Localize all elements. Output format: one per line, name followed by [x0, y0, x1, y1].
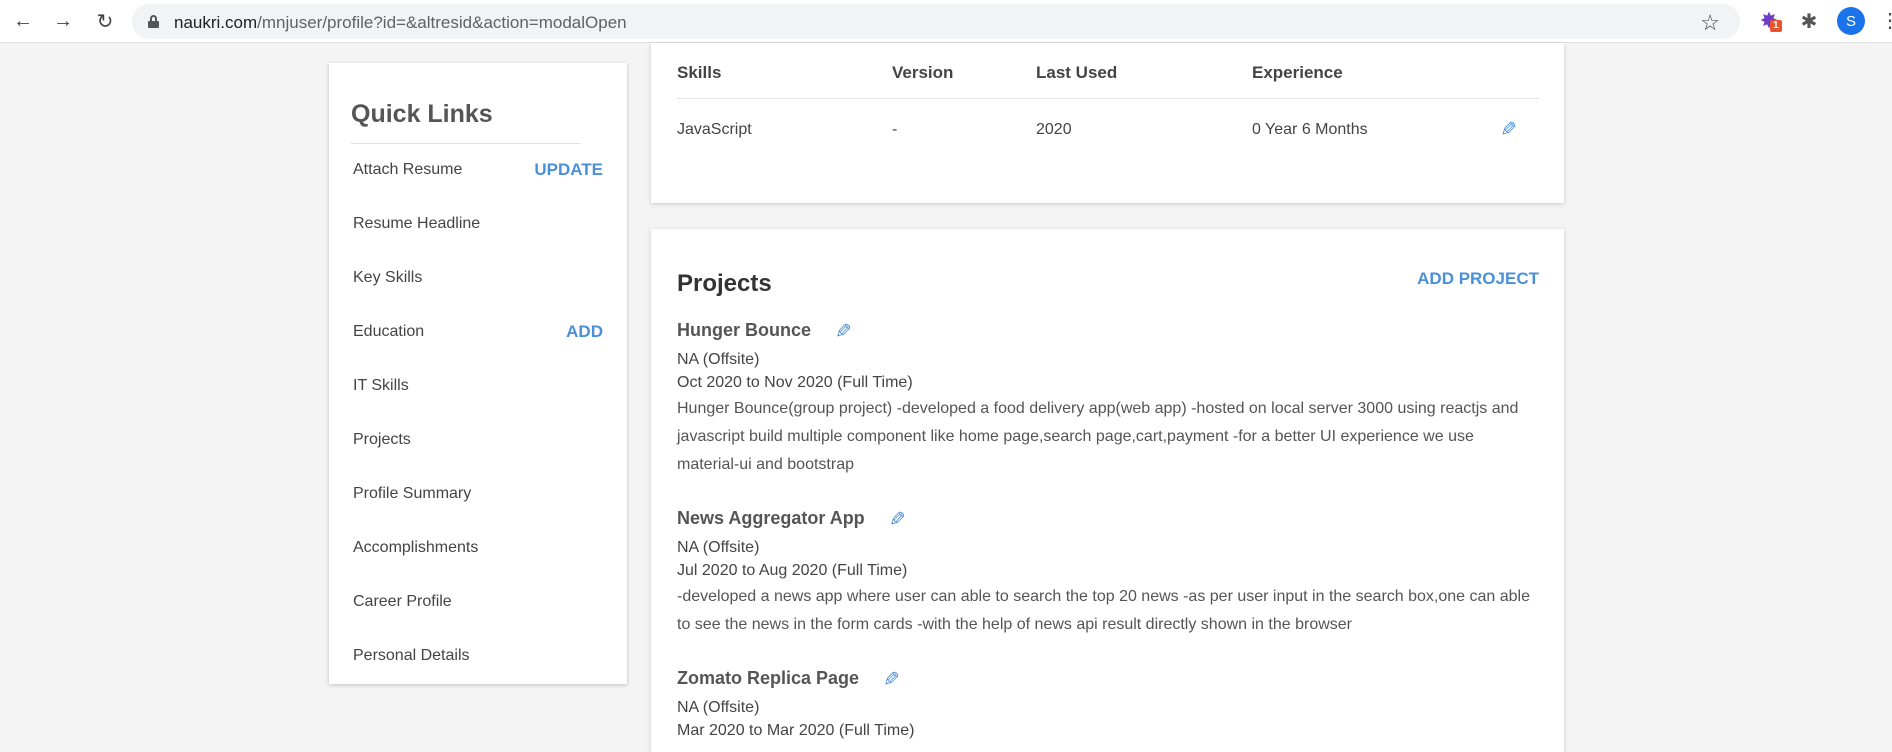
extension-icon[interactable]: ✸ 1	[1756, 8, 1782, 34]
project-duration: Jul 2020 to Aug 2020 (Full Time)	[677, 562, 908, 579]
project-duration: Mar 2020 to Mar 2020 (Full Time)	[677, 722, 915, 739]
quick-link-resume-headline[interactable]: Resume Headline	[353, 209, 603, 239]
it-skills-card: Skills Version Last Used Experience Java…	[651, 43, 1564, 203]
project-duration: Oct 2020 to Nov 2020 (Full Time)	[677, 374, 913, 391]
quick-link-label[interactable]: IT Skills	[353, 377, 409, 394]
add-project-link[interactable]: ADD PROJECT	[1417, 269, 1539, 289]
skill-name-cell: JavaScript	[677, 121, 752, 138]
edit-project-pencil-icon[interactable]: ✎	[835, 319, 852, 344]
reload-icon[interactable]: ↻	[92, 8, 118, 34]
project-client: NA (Offsite)	[677, 699, 760, 716]
quick-link-profile-summary[interactable]: Profile Summary	[353, 479, 603, 509]
project-description: -developed a news app where user can abl…	[677, 588, 1530, 633]
project-client: NA (Offsite)	[677, 351, 760, 368]
quick-links-card: Quick Links Attach Resume UPDATE Resume …	[329, 63, 627, 684]
project-client: NA (Offsite)	[677, 539, 760, 556]
quick-link-career-profile[interactable]: Career Profile	[353, 587, 603, 617]
url-host: naukri.com	[174, 13, 258, 32]
extension-badge: 1	[1770, 20, 1782, 32]
skill-experience-cell: 0 Year 6 Months	[1252, 121, 1368, 138]
quick-link-education[interactable]: Education ADD	[353, 317, 603, 347]
divider	[677, 98, 1539, 99]
lock-icon[interactable]	[148, 15, 159, 28]
project-item: Zomato Replica Page ✎ NA (Offsite) Mar 20…	[677, 667, 1537, 742]
quick-link-label[interactable]: Key Skills	[353, 269, 422, 286]
quick-link-label[interactable]: Profile Summary	[353, 485, 471, 502]
project-item: News Aggregator App ✎ NA (Offsite) Jul 20…	[677, 507, 1537, 639]
project-name: Hunger Bounce	[677, 320, 812, 340]
quick-link-label[interactable]: Resume Headline	[353, 215, 480, 232]
projects-title: Projects	[677, 270, 772, 297]
edit-project-pencil-icon[interactable]: ✎	[883, 667, 900, 692]
column-header-skills: Skills	[677, 63, 722, 82]
back-arrow-icon[interactable]: ←	[10, 8, 36, 34]
skill-version-cell: -	[892, 121, 898, 138]
url-path: /mnjuser/profile?id=&altresid&action=mod…	[257, 13, 627, 32]
skill-last-used-cell: 2020	[1036, 121, 1072, 138]
column-header-version: Version	[892, 63, 954, 82]
quick-link-label[interactable]: Career Profile	[353, 593, 452, 610]
divider	[351, 143, 581, 144]
project-description: Hunger Bounce(group project) -developed …	[677, 400, 1519, 473]
column-header-experience: Experience	[1252, 63, 1343, 82]
quick-link-label[interactable]: Education	[353, 323, 424, 340]
quick-links-title: Quick Links	[351, 100, 493, 128]
forward-arrow-icon[interactable]: →	[50, 8, 76, 34]
quick-link-attach-resume[interactable]: Attach Resume UPDATE	[353, 155, 603, 185]
url-text[interactable]: naukri.com/mnjuser/profile?id=&altresid&…	[174, 13, 627, 33]
quick-link-personal-details[interactable]: Personal Details	[353, 641, 603, 671]
projects-card: Projects ADD PROJECT Hunger Bounce ✎ NA (…	[651, 229, 1564, 752]
edit-skill-pencil-icon[interactable]: ✎	[1493, 117, 1517, 141]
quick-link-accomplishments[interactable]: Accomplishments	[353, 533, 603, 563]
edit-project-pencil-icon[interactable]: ✎	[889, 507, 906, 532]
project-item: Hunger Bounce ✎ NA (Offsite) Oct 2020 to …	[677, 319, 1537, 479]
address-bar[interactable]: naukri.com/mnjuser/profile?id=&altresid&…	[132, 4, 1740, 39]
quick-link-label[interactable]: Attach Resume	[353, 161, 462, 178]
quick-link-label[interactable]: Projects	[353, 431, 411, 448]
project-name: Zomato Replica Page	[677, 668, 860, 688]
project-name: News Aggregator App	[677, 508, 865, 528]
quick-link-label[interactable]: Accomplishments	[353, 539, 478, 556]
browser-menu-icon[interactable]: ⋮	[1880, 8, 1892, 34]
quick-link-projects[interactable]: Projects	[353, 425, 603, 455]
column-header-last-used: Last Used	[1036, 63, 1118, 82]
quick-link-key-skills[interactable]: Key Skills	[353, 263, 603, 293]
browser-toolbar: ← → ↻ naukri.com/mnjuser/profile?id=&alt…	[0, 0, 1892, 43]
profile-avatar[interactable]: S	[1837, 7, 1865, 35]
bookmark-star-icon[interactable]: ☆	[1700, 10, 1720, 36]
quick-link-it-skills[interactable]: IT Skills	[353, 371, 603, 401]
add-education-link[interactable]: ADD	[566, 317, 603, 347]
update-resume-link[interactable]: UPDATE	[534, 155, 603, 185]
extensions-puzzle-icon[interactable]: ✱	[1796, 8, 1822, 34]
quick-link-label[interactable]: Personal Details	[353, 647, 470, 664]
